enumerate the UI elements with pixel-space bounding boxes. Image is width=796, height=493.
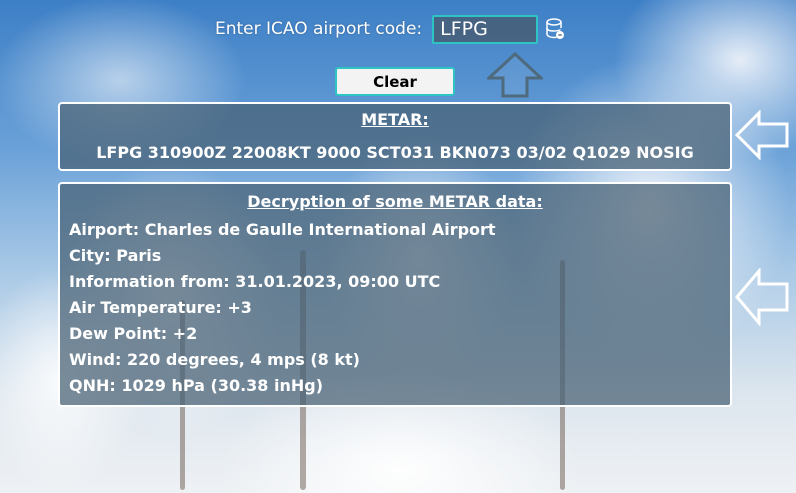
- decryption-item-airport: Airport: Charles de Gaulle International…: [69, 220, 496, 239]
- clear-button[interactable]: Clear: [335, 67, 455, 96]
- icao-code-input[interactable]: [432, 14, 539, 44]
- decryption-panel: Decryption of some METAR data: Airport: …: [58, 182, 732, 407]
- airport-code-label: Enter ICAO airport code:: [215, 19, 423, 39]
- decryption-item-city: City: Paris: [69, 246, 162, 265]
- metar-title: METAR:: [361, 110, 429, 129]
- decryption-item-dew-point: Dew Point: +2: [69, 324, 198, 343]
- decryption-title: Decryption of some METAR data:: [247, 192, 543, 211]
- metar-panel: METAR: LFPG 310900Z 22008KT 9000 SCT031 …: [58, 102, 732, 171]
- decryption-item-wind: Wind: 220 degrees, 4 mps (8 kt): [69, 350, 360, 369]
- decryption-item-air-temperature: Air Temperature: +3: [69, 298, 252, 317]
- decryption-list: Airport: Charles de Gaulle International…: [69, 217, 730, 399]
- metar-report-text: LFPG 310900Z 22008KT 9000 SCT031 BKN073 …: [96, 143, 694, 162]
- airport-code-row: Enter ICAO airport code:: [215, 12, 565, 46]
- arrow-left-outline-icon: [735, 268, 789, 326]
- database-icon[interactable]: [546, 18, 565, 40]
- decryption-item-qnh: QNH: 1029 hPa (30.38 inHg): [69, 376, 324, 395]
- decryption-item-time: Information from: 31.01.2023, 09:00 UTC: [69, 272, 441, 291]
- arrow-up-outline-icon: [487, 52, 543, 98]
- arrow-left-outline-icon: [735, 110, 789, 160]
